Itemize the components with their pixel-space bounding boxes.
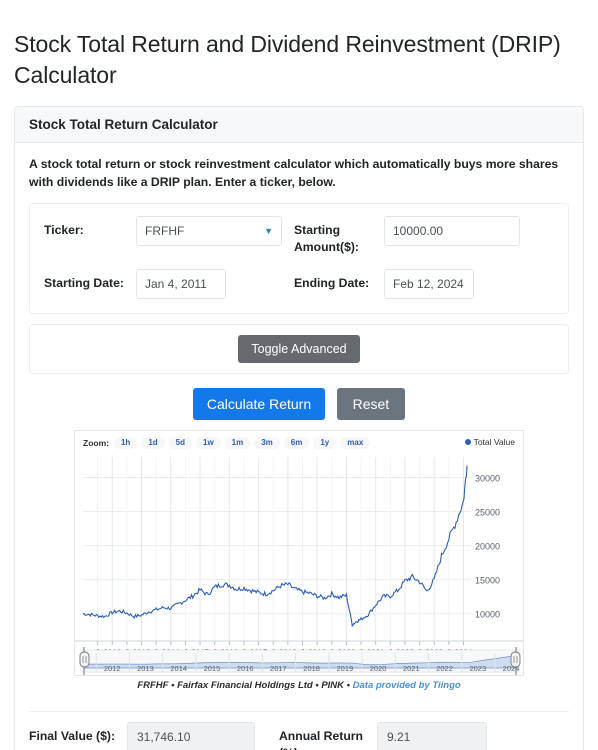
zoom-button-1w[interactable]: 1w (196, 436, 221, 450)
zoom-button-3m[interactable]: 3m (254, 436, 280, 450)
starting-amount-field-group: Starting Amount($): 10000.00 (294, 216, 554, 255)
chart-legend[interactable]: Total Value (464, 437, 515, 448)
svg-text:30000: 30000 (475, 474, 500, 484)
svg-text:2023: 2023 (469, 664, 486, 673)
zoom-button-1d[interactable]: 1d (141, 436, 165, 450)
svg-text:20000: 20000 (475, 542, 500, 552)
zoom-button-6m[interactable]: 6m (283, 436, 310, 450)
legend-label-total-value: Total Value (473, 437, 515, 448)
caption-exchange: PINK (321, 680, 345, 692)
ticker-select[interactable]: FRFHF ▼ (136, 216, 282, 247)
starting-amount-value: 10000.00 (393, 224, 444, 239)
action-buttons: Calculate Return Reset (29, 388, 569, 421)
starting-date-input[interactable]: Jan 4, 2011 (136, 269, 226, 300)
starting-date-field-group: Starting Date: Jan 4, 2011 (44, 269, 294, 300)
final-value-output: 31,746.10 (127, 722, 255, 750)
chart-navigator[interactable]: 2012 2013 2014 2015 2016 2017 2018 2019 2020 2021… (79, 647, 521, 676)
svg-text:2013: 2013 (137, 664, 154, 673)
ending-date-input[interactable]: Feb 12, 2024 (384, 269, 474, 300)
svg-text:2015: 2015 (204, 664, 221, 673)
zoom-button-1y[interactable]: 1y (313, 436, 337, 450)
chart-wrapper: Zoom: 1h 1d 5d 1w 1m 3m 6m 1y max Total … (74, 430, 524, 691)
inputs-fieldset: Ticker: FRFHF ▼ Starting Amount($): 1000… (29, 203, 569, 315)
annual-return-label: Annual Return (%): (279, 729, 363, 750)
caption-sep-3: • (344, 680, 353, 692)
svg-text:2012: 2012 (104, 664, 121, 673)
starting-amount-input[interactable]: 10000.00 (384, 216, 520, 247)
zoom-button-5d[interactable]: 5d (168, 436, 192, 450)
toggle-advanced-button[interactable]: Toggle Advanced (238, 335, 360, 364)
zoom-button-max[interactable]: max (340, 436, 371, 450)
page-root: Stock Total Return and Dividend Reinvest… (0, 15, 598, 750)
zoom-label: Zoom: (83, 438, 109, 449)
svg-text:2018: 2018 (303, 664, 320, 673)
starting-date-value: Jan 4, 2011 (145, 277, 207, 292)
calculator-card: Stock Total Return Calculator A stock to… (14, 105, 584, 750)
calculate-return-button[interactable]: Calculate Return (192, 388, 326, 421)
data-source-link[interactable]: Data provided by Tiingo (353, 680, 461, 691)
svg-text:25000: 25000 (475, 508, 500, 518)
starting-date-label: Starting Date: (44, 276, 124, 291)
starting-amount-label: Starting Amount($): (294, 223, 359, 254)
final-value-label: Final Value ($): (29, 729, 116, 744)
zoom-button-1m[interactable]: 1m (224, 436, 251, 450)
caption-sep-1: • (168, 680, 178, 692)
form-row-2: Starting Date: Jan 4, 2011 Ending Date: … (44, 269, 554, 300)
card-body: A stock total return or stock reinvestme… (15, 143, 583, 702)
intro-text: A stock total return or stock reinvestme… (29, 156, 559, 189)
chart-x-axis-ticks (97, 457, 464, 646)
ticker-field-group: Ticker: FRFHF ▼ (44, 216, 294, 247)
svg-text:2017: 2017 (270, 664, 287, 673)
annual-return-text: 9.21 (387, 730, 411, 745)
zoom-button-1h[interactable]: 1h (113, 436, 138, 450)
page-title: Stock Total Return and Dividend Reinvest… (14, 31, 561, 88)
chart-caption: FRFHF • Fairfax Financial Holdings Ltd •… (74, 680, 524, 691)
navigator-handle-left[interactable] (79, 651, 90, 668)
caption-ticker: FRFHF (137, 680, 169, 692)
advanced-section: Toggle Advanced (29, 324, 569, 375)
final-value-text: 31,746.10 (137, 730, 191, 745)
svg-text:15000: 15000 (475, 576, 500, 586)
svg-text:2020: 2020 (370, 664, 387, 673)
chart-plot-area[interactable]: 1000015000200002500030000 J2012J2013J201… (75, 453, 523, 676)
final-value-group: Final Value ($): 31,746.10 (29, 722, 279, 750)
chart-svg: 1000015000200002500030000 J2012J2013J201… (75, 457, 523, 676)
form-row-1: Ticker: FRFHF ▼ Starting Amount($): 1000… (44, 216, 554, 255)
results-section: Final Value ($): 31,746.10 Annual Return… (15, 712, 583, 750)
navigator-handle-right[interactable] (510, 651, 521, 668)
svg-text:2019: 2019 (337, 664, 354, 673)
svg-text:2022: 2022 (436, 664, 453, 673)
annual-return-output: 9.21 (377, 722, 487, 750)
annual-return-group: Annual Return (%): 9.21 (279, 722, 487, 750)
chevron-down-icon: ▼ (264, 225, 273, 236)
caption-company: Fairfax Financial Holdings Ltd (177, 680, 313, 692)
reset-button[interactable]: Reset (336, 388, 406, 421)
svg-text:2021: 2021 (403, 664, 420, 673)
svg-text:2014: 2014 (170, 664, 187, 673)
ending-date-value: Feb 12, 2024 (393, 277, 464, 292)
ending-date-label: Ending Date: (294, 276, 370, 291)
chart-zoom-bar: Zoom: 1h 1d 5d 1w 1m 3m 6m 1y max Total … (75, 431, 523, 453)
chart-y-axis-labels: 10000 15000 20000 25000 30000 (475, 474, 500, 620)
svg-text:10000: 10000 (475, 610, 500, 620)
svg-text:2016: 2016 (237, 664, 254, 673)
stock-chart[interactable]: Zoom: 1h 1d 5d 1w 1m 3m 6m 1y max Total … (74, 430, 524, 677)
ticker-select-value: FRFHF (145, 224, 185, 239)
card-header-title: Stock Total Return Calculator (15, 106, 583, 143)
legend-marker-icon (464, 439, 471, 446)
ending-date-field-group: Ending Date: Feb 12, 2024 (294, 269, 554, 300)
ticker-label: Ticker: (44, 223, 84, 238)
